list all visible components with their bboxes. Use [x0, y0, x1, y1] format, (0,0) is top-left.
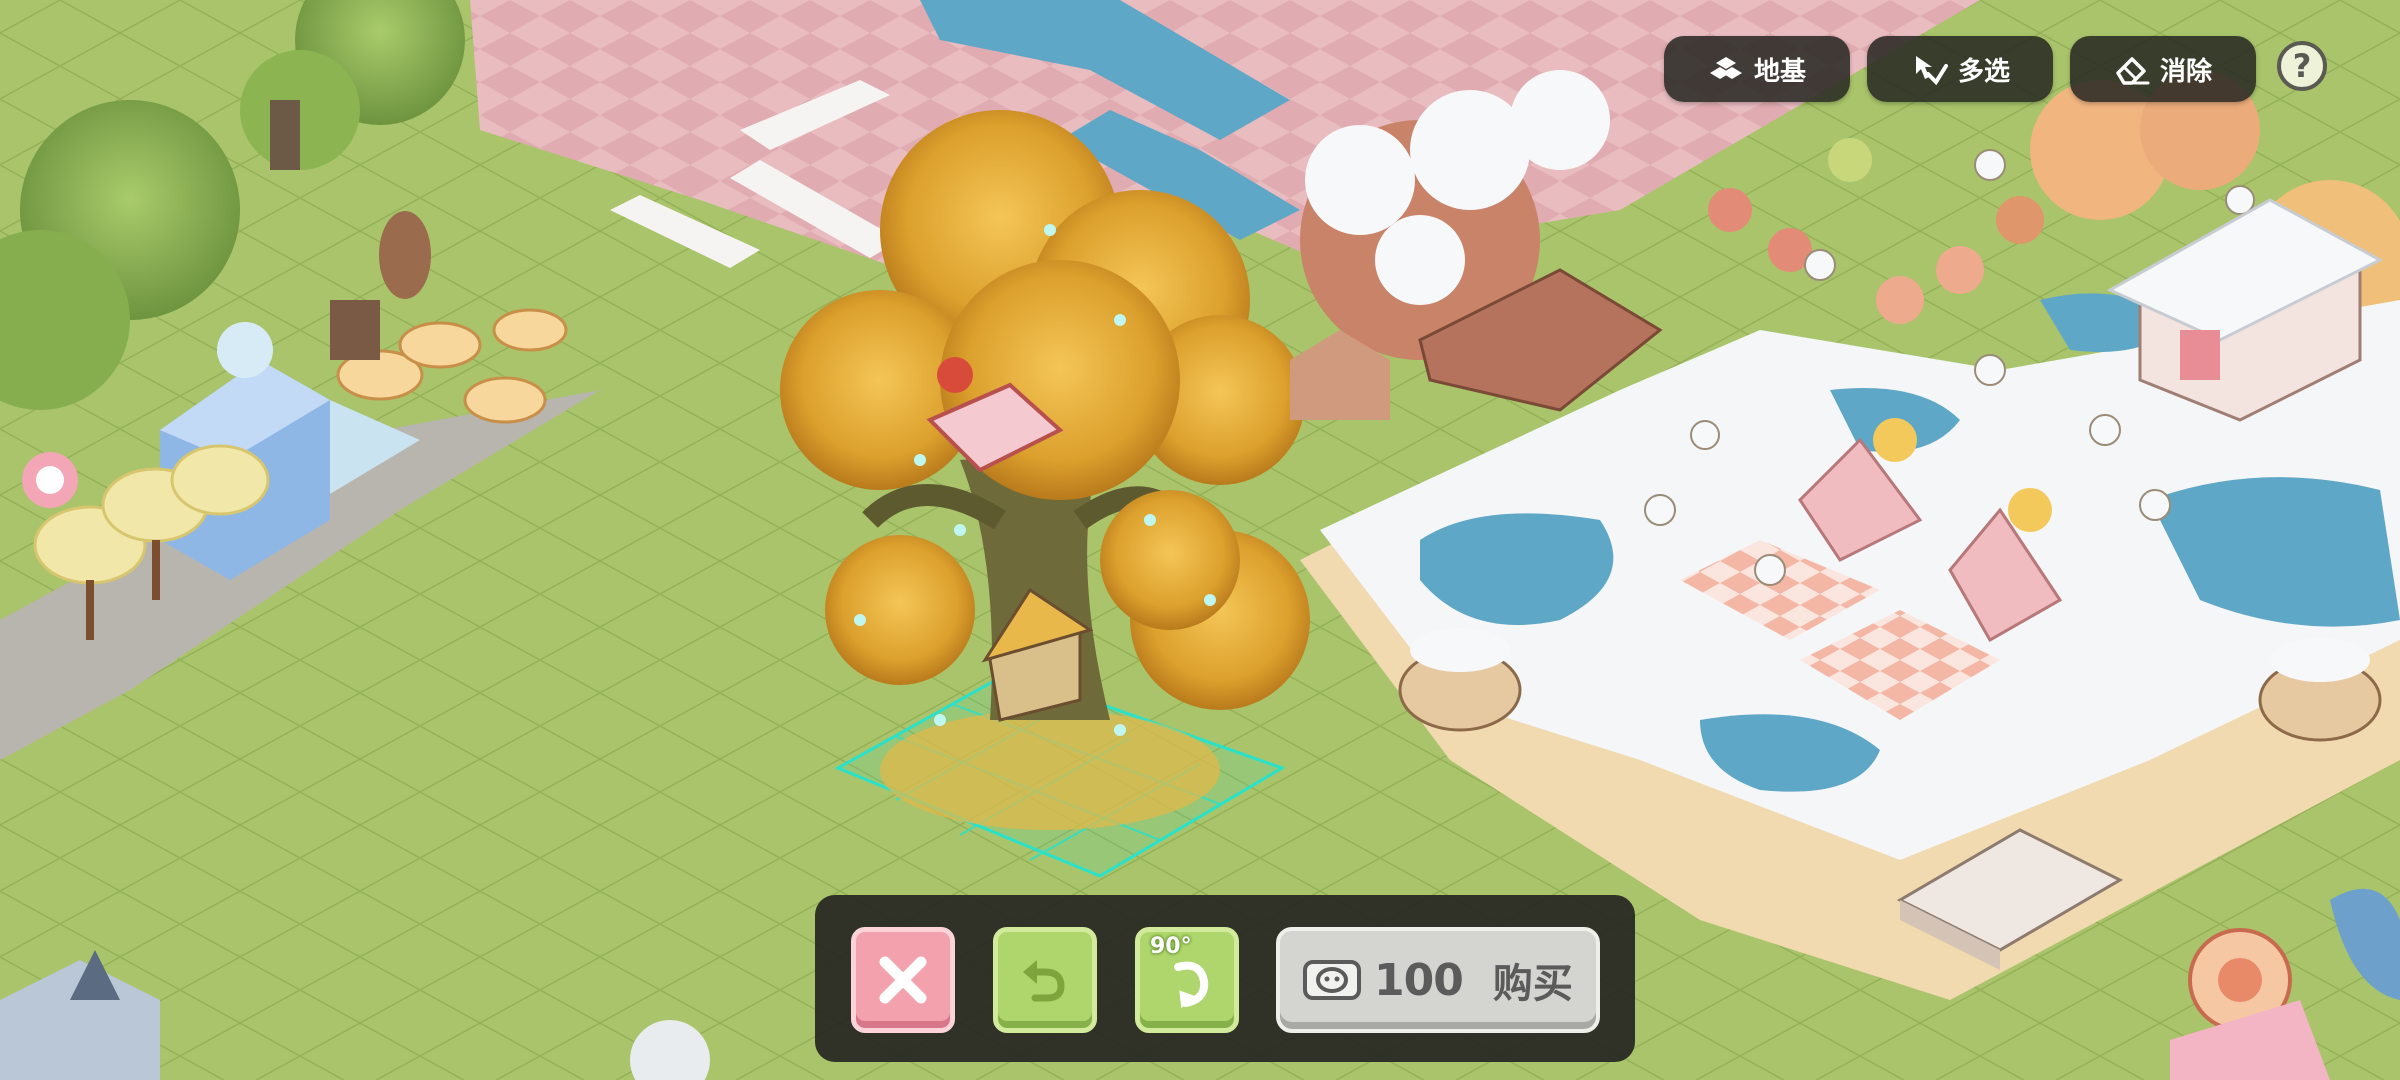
eraser-icon: [2116, 57, 2150, 85]
buy-button[interactable]: 100 购买: [1276, 927, 1600, 1033]
buy-label: 购买: [1492, 961, 1573, 1007]
multiselect-label: 多选: [1957, 56, 2010, 87]
foundation-icon: [1709, 57, 1742, 79]
multiselect-button[interactable]: 多选: [1867, 36, 2053, 102]
cancel-button[interactable]: [851, 927, 955, 1033]
erase-label: 消除: [2159, 56, 2212, 87]
coin-icon: [1303, 960, 1361, 1000]
foundation-label: 地基: [1753, 56, 1806, 87]
rotate-angle-label: 90°: [1150, 934, 1192, 959]
erase-button[interactable]: 消除: [2070, 36, 2256, 102]
close-icon: [879, 956, 927, 1004]
undo-icon: [1023, 960, 1065, 1002]
question-icon: ?: [2292, 47, 2312, 85]
foundation-button[interactable]: 地基: [1664, 36, 1850, 102]
rotate-button[interactable]: 90°: [1135, 927, 1239, 1033]
undo-button[interactable]: [993, 927, 1097, 1033]
multiselect-icon: [1915, 56, 1948, 86]
buy-price: 100: [1374, 954, 1464, 1006]
help-button[interactable]: ?: [2277, 41, 2327, 91]
game-viewport[interactable]: 地基 多选 消除 ? 90° 100 购买: [0, 0, 2400, 1080]
